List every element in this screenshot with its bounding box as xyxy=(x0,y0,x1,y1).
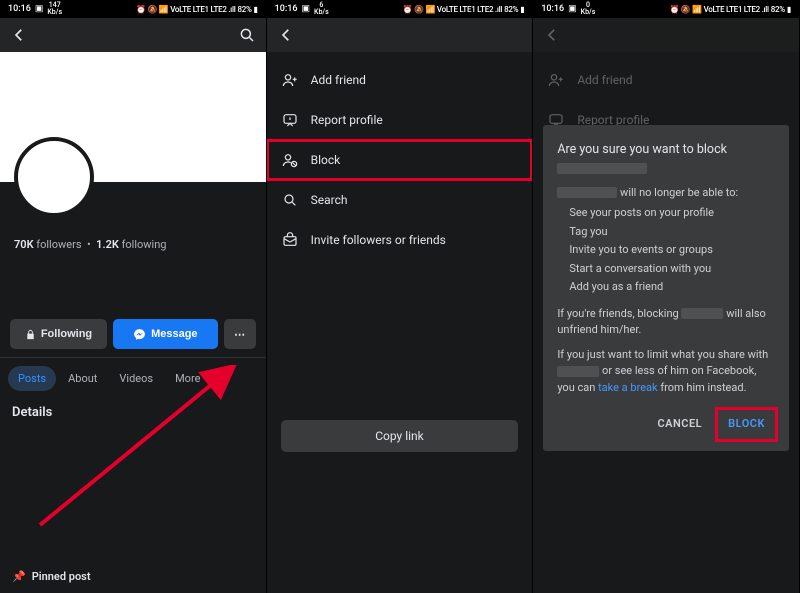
details-heading: Details xyxy=(0,391,266,434)
menu-list: Add friend Report profile Block Search I… xyxy=(267,52,533,260)
message-button[interactable]: Message xyxy=(113,319,218,349)
status-time: 10:16 xyxy=(541,4,564,14)
messenger-icon xyxy=(133,328,146,341)
menu-label: Report profile xyxy=(311,113,383,127)
following-button[interactable]: Following xyxy=(10,319,107,349)
action-row: Following Message ⋯ xyxy=(0,299,266,357)
block-confirm-modal: Are you sure you want to block will no l… xyxy=(543,125,789,451)
profile-tabs: Posts About Videos More ▾ xyxy=(0,357,266,391)
chevron-down-icon: ▾ xyxy=(203,372,209,385)
modal-subtitle: will no longer be able to: xyxy=(557,185,775,202)
header-bar xyxy=(0,18,266,52)
panel-confirm: 10:16 ▣ 0Kb/s ⏰ 🔕 📶 VoLTE LTE1 LTE2 .ıll… xyxy=(533,0,800,593)
message-label: Message xyxy=(151,328,197,340)
bullet: Start a conversation with you xyxy=(569,261,775,278)
status-indicators: ⏰ 🔕 📶 VoLTE LTE1 LTE2 .ıll xyxy=(136,5,235,14)
add-friend-icon xyxy=(547,72,565,88)
status-speed: 0Kb/s xyxy=(581,2,596,16)
menu-add-friend: Add friend xyxy=(533,60,799,100)
media-icon: ▣ xyxy=(302,4,311,14)
menu-label: Add friend xyxy=(311,73,366,87)
redacted-name xyxy=(557,366,599,377)
tab-more[interactable]: More ▾ xyxy=(165,366,219,391)
profile-stats: 70K followers • 1.2K following xyxy=(0,222,266,259)
battery-icon: ▮ xyxy=(254,5,258,14)
panel-profile: 10:16 ▣ 147Kb/s ⏰ 🔕 📶 VoLTE LTE1 LTE2 .ı… xyxy=(0,0,267,593)
pinned-post-label: 📌 Pinned post xyxy=(12,570,91,583)
more-button[interactable]: ⋯ xyxy=(224,319,256,349)
report-icon xyxy=(281,112,299,128)
status-battery: 82% xyxy=(771,5,785,14)
header-bar xyxy=(533,18,799,52)
copy-link-button[interactable]: Copy link xyxy=(281,420,519,452)
status-speed: 147Kb/s xyxy=(47,2,62,16)
back-icon[interactable] xyxy=(10,26,28,44)
redacted-name xyxy=(557,163,647,174)
add-friend-icon xyxy=(281,72,299,88)
redacted-name xyxy=(557,187,617,198)
menu-label: Invite followers or friends xyxy=(311,233,446,247)
menu-block[interactable]: Block xyxy=(267,140,533,180)
back-icon[interactable] xyxy=(277,26,295,44)
status-bar: 10:16 ▣ 0Kb/s ⏰ 🔕 📶 VoLTE LTE1 LTE2 .ıll… xyxy=(533,0,799,18)
status-battery: 82% xyxy=(237,5,251,14)
lock-icon xyxy=(25,329,36,340)
bullet: Add you as a friend xyxy=(569,279,775,296)
tab-posts[interactable]: Posts xyxy=(8,366,56,391)
copy-link-label: Copy link xyxy=(375,429,424,443)
redacted-name xyxy=(681,308,723,319)
status-battery: 82% xyxy=(504,5,518,14)
menu-search[interactable]: Search xyxy=(267,180,533,220)
invite-icon xyxy=(281,232,299,248)
menu-label: Add friend xyxy=(577,73,632,87)
status-bar: 10:16 ▣ 147Kb/s ⏰ 🔕 📶 VoLTE LTE1 LTE2 .ı… xyxy=(0,0,266,18)
media-icon: ▣ xyxy=(568,4,577,14)
menu-label: Block xyxy=(311,153,341,167)
search-icon xyxy=(281,192,299,208)
status-indicators: ⏰ 🔕 📶 VoLTE LTE1 LTE2 .ıll xyxy=(670,5,769,14)
modal-friends-note: If you're friends, blocking will also un… xyxy=(557,306,775,339)
bullet: Tag you xyxy=(569,224,775,241)
status-bar: 10:16 ▣ 6Kb/s ⏰ 🔕 📶 VoLTE LTE1 LTE2 .ıll… xyxy=(267,0,533,18)
take-a-break-link[interactable]: take a break xyxy=(598,381,658,394)
bullet: Invite you to events or groups xyxy=(569,242,775,259)
menu-report-profile[interactable]: Report profile xyxy=(267,100,533,140)
tab-videos[interactable]: Videos xyxy=(109,366,163,391)
modal-bullets: See your posts on your profile Tag you I… xyxy=(557,205,775,296)
pin-icon: 📌 xyxy=(12,570,26,583)
back-icon xyxy=(543,26,561,44)
menu-add-friend[interactable]: Add friend xyxy=(267,60,533,100)
status-speed: 6Kb/s xyxy=(314,2,329,16)
battery-icon: ▮ xyxy=(787,5,791,14)
cancel-button[interactable]: CANCEL xyxy=(647,410,712,439)
block-confirm-button[interactable]: BLOCK xyxy=(718,410,775,439)
menu-invite[interactable]: Invite followers or friends xyxy=(267,220,533,260)
status-time: 10:16 xyxy=(275,4,298,14)
tab-about[interactable]: About xyxy=(58,366,107,391)
avatar[interactable] xyxy=(14,137,94,217)
panel-menu: 10:16 ▣ 6Kb/s ⏰ 🔕 📶 VoLTE LTE1 LTE2 .ıll… xyxy=(267,0,534,593)
status-time: 10:16 xyxy=(8,4,31,14)
modal-limit-note: If you just want to limit what you share… xyxy=(557,347,775,397)
menu-label: Search xyxy=(311,193,348,207)
block-icon xyxy=(281,152,299,168)
ellipsis-icon: ⋯ xyxy=(234,328,245,341)
following-label: Following xyxy=(41,328,92,340)
status-indicators: ⏰ 🔕 📶 VoLTE LTE1 LTE2 .ıll xyxy=(403,5,502,14)
media-icon: ▣ xyxy=(35,4,44,14)
avatar-wrap xyxy=(0,182,266,222)
modal-title: Are you sure you want to block xyxy=(557,141,775,179)
modal-actions: CANCEL BLOCK xyxy=(557,410,775,439)
bullet: See your posts on your profile xyxy=(569,205,775,222)
header-bar xyxy=(267,18,533,52)
search-icon[interactable] xyxy=(238,26,256,44)
battery-icon: ▮ xyxy=(520,5,524,14)
